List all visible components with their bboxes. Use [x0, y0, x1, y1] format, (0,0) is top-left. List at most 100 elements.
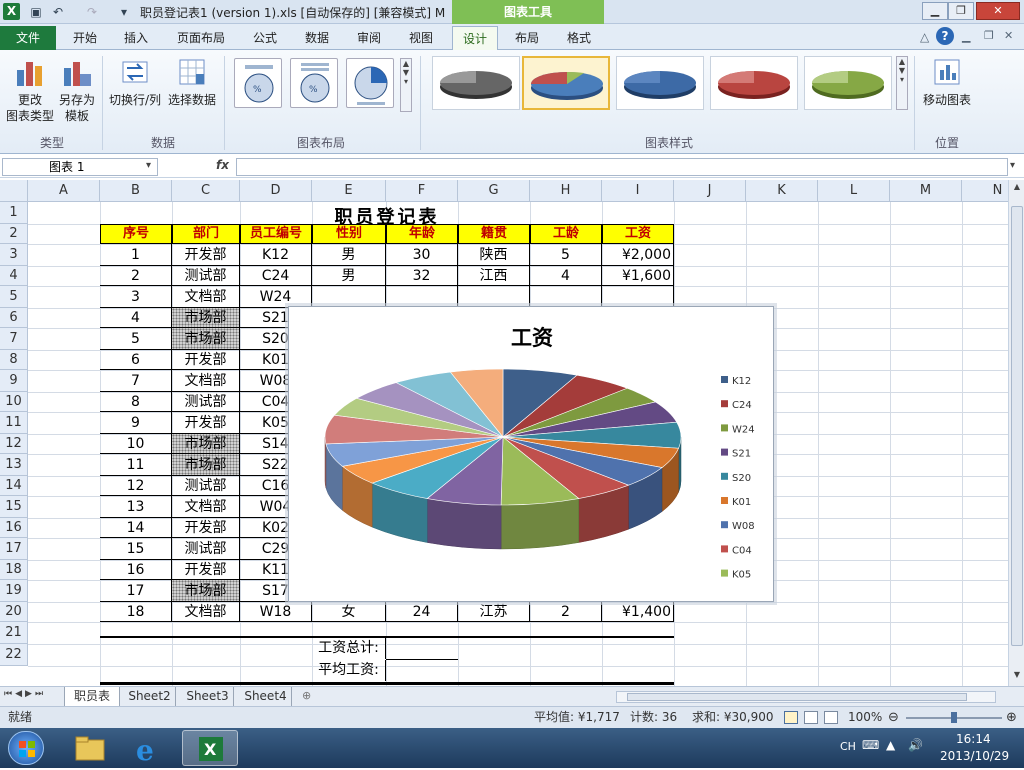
- table-cell[interactable]: ¥2,000: [602, 244, 674, 266]
- column-header[interactable]: D: [240, 180, 312, 202]
- qat-customize-icon[interactable]: ▾: [116, 4, 132, 20]
- table-cell[interactable]: 4: [100, 308, 172, 328]
- column-header[interactable]: G: [458, 180, 530, 202]
- table-cell[interactable]: 13: [100, 496, 172, 518]
- zoom-level[interactable]: 100%: [848, 707, 882, 728]
- table-cell[interactable]: 市场部: [172, 308, 240, 328]
- formula-input[interactable]: [236, 158, 1008, 176]
- horizontal-scroll-thumb[interactable]: [627, 693, 967, 701]
- tab-design[interactable]: 设计: [452, 26, 498, 50]
- sheet-tab[interactable]: Sheet4: [240, 687, 292, 706]
- help-icon[interactable]: ?: [936, 27, 954, 45]
- table-header-cell[interactable]: 工资: [602, 224, 674, 244]
- column-header[interactable]: N: [962, 180, 1008, 202]
- table-cell[interactable]: ¥1,600: [602, 266, 674, 286]
- chart-style-option[interactable]: [432, 56, 520, 110]
- table-cell[interactable]: 1: [100, 244, 172, 266]
- close-button[interactable]: ✕: [976, 2, 1020, 20]
- tab-page-layout[interactable]: 页面布局: [168, 26, 234, 50]
- name-box[interactable]: 图表 1: [2, 158, 158, 176]
- layout-gallery-scroll[interactable]: ▲ ▼ ▾: [400, 58, 412, 112]
- doc-close-icon[interactable]: ✕: [1004, 29, 1013, 42]
- excel-taskbar-button[interactable]: X: [182, 730, 238, 766]
- row-header[interactable]: 14: [0, 476, 28, 496]
- column-header[interactable]: C: [172, 180, 240, 202]
- save-as-template-button[interactable]: 另存为 模板: [56, 56, 98, 124]
- column-header[interactable]: E: [312, 180, 386, 202]
- insert-sheet-icon[interactable]: ⊕: [302, 689, 311, 702]
- column-header[interactable]: A: [28, 180, 100, 202]
- table-cell[interactable]: 14: [100, 518, 172, 538]
- page-break-view-icon[interactable]: [824, 711, 838, 724]
- row-header[interactable]: 8: [0, 350, 28, 370]
- legend-label[interactable]: W24: [732, 424, 755, 435]
- table-cell[interactable]: 文档部: [172, 370, 240, 392]
- column-header[interactable]: H: [530, 180, 602, 202]
- table-cell[interactable]: 市场部: [172, 580, 240, 602]
- table-cell[interactable]: 测试部: [172, 392, 240, 412]
- clock-time[interactable]: 16:14: [956, 732, 991, 746]
- tab-data[interactable]: 数据: [296, 26, 338, 50]
- formula-expand-icon[interactable]: ▾: [1010, 160, 1015, 171]
- column-header[interactable]: I: [602, 180, 674, 202]
- table-cell[interactable]: 开发部: [172, 412, 240, 434]
- table-header-cell[interactable]: 工龄: [530, 224, 602, 244]
- table-header-cell[interactable]: 籍贯: [458, 224, 530, 244]
- table-cell[interactable]: 市场部: [172, 328, 240, 350]
- table-cell[interactable]: 3: [100, 286, 172, 308]
- row-header[interactable]: 6: [0, 308, 28, 328]
- table-cell[interactable]: 18: [100, 602, 172, 622]
- input-language[interactable]: CH: [840, 740, 856, 753]
- table-cell[interactable]: 测试部: [172, 266, 240, 286]
- row-header[interactable]: 1: [0, 202, 28, 224]
- table-header-cell[interactable]: 部门: [172, 224, 240, 244]
- zoom-in-icon[interactable]: ⊕: [1006, 707, 1017, 728]
- chart-layout-3-option[interactable]: [346, 58, 394, 108]
- normal-view-icon[interactable]: [784, 711, 798, 724]
- chart-title[interactable]: 工资: [511, 326, 553, 350]
- table-cell[interactable]: 陕西: [458, 244, 530, 266]
- table-cell[interactable]: 5: [530, 244, 602, 266]
- row-header[interactable]: 22: [0, 644, 28, 666]
- legend-label[interactable]: S21: [732, 449, 751, 460]
- switch-row-column-button[interactable]: 切换行/列: [106, 56, 164, 108]
- redo-icon[interactable]: ↷: [84, 4, 100, 20]
- table-cell[interactable]: 2: [100, 266, 172, 286]
- table-header-cell[interactable]: 年龄: [386, 224, 458, 244]
- doc-restore-icon[interactable]: ❐: [984, 29, 994, 42]
- total-salary-label[interactable]: 工资总计:: [312, 638, 386, 659]
- zoom-out-icon[interactable]: ⊖: [888, 707, 899, 728]
- chart-layout-1-option[interactable]: %: [234, 58, 282, 108]
- table-cell[interactable]: 市场部: [172, 434, 240, 454]
- table-cell[interactable]: 文档部: [172, 286, 240, 308]
- select-all-corner[interactable]: [0, 180, 28, 202]
- table-cell[interactable]: 24: [386, 602, 458, 622]
- tab-home[interactable]: 开始: [62, 26, 108, 50]
- sheet-tab-active[interactable]: 职员表: [64, 687, 120, 706]
- table-cell[interactable]: [458, 286, 530, 308]
- table-cell[interactable]: [312, 286, 386, 308]
- row-header[interactable]: 2: [0, 224, 28, 244]
- internet-explorer-taskbar-button[interactable]: e: [122, 730, 178, 767]
- page-layout-view-icon[interactable]: [804, 711, 818, 724]
- row-header[interactable]: 3: [0, 244, 28, 266]
- table-header-cell[interactable]: 员工编号: [240, 224, 312, 244]
- table-cell[interactable]: K12: [240, 244, 312, 266]
- table-cell[interactable]: 6: [100, 350, 172, 370]
- table-cell[interactable]: 9: [100, 412, 172, 434]
- insert-function-icon[interactable]: fx: [216, 158, 229, 172]
- column-header[interactable]: K: [746, 180, 818, 202]
- zoom-slider-thumb[interactable]: [951, 712, 957, 723]
- file-explorer-taskbar-button[interactable]: [62, 730, 118, 766]
- column-header[interactable]: F: [386, 180, 458, 202]
- move-chart-button[interactable]: 移动图表: [918, 56, 976, 108]
- row-header[interactable]: 5: [0, 286, 28, 308]
- select-data-button[interactable]: 选择数据: [166, 56, 218, 108]
- style-gallery-scroll[interactable]: ▲ ▼ ▾: [896, 56, 908, 110]
- table-cell[interactable]: 12: [100, 476, 172, 496]
- table-cell[interactable]: 15: [100, 538, 172, 560]
- legend-label[interactable]: K05: [732, 570, 751, 581]
- sheet-tab[interactable]: Sheet3: [182, 687, 234, 706]
- row-header[interactable]: 15: [0, 496, 28, 518]
- legend-label[interactable]: C24: [732, 400, 752, 411]
